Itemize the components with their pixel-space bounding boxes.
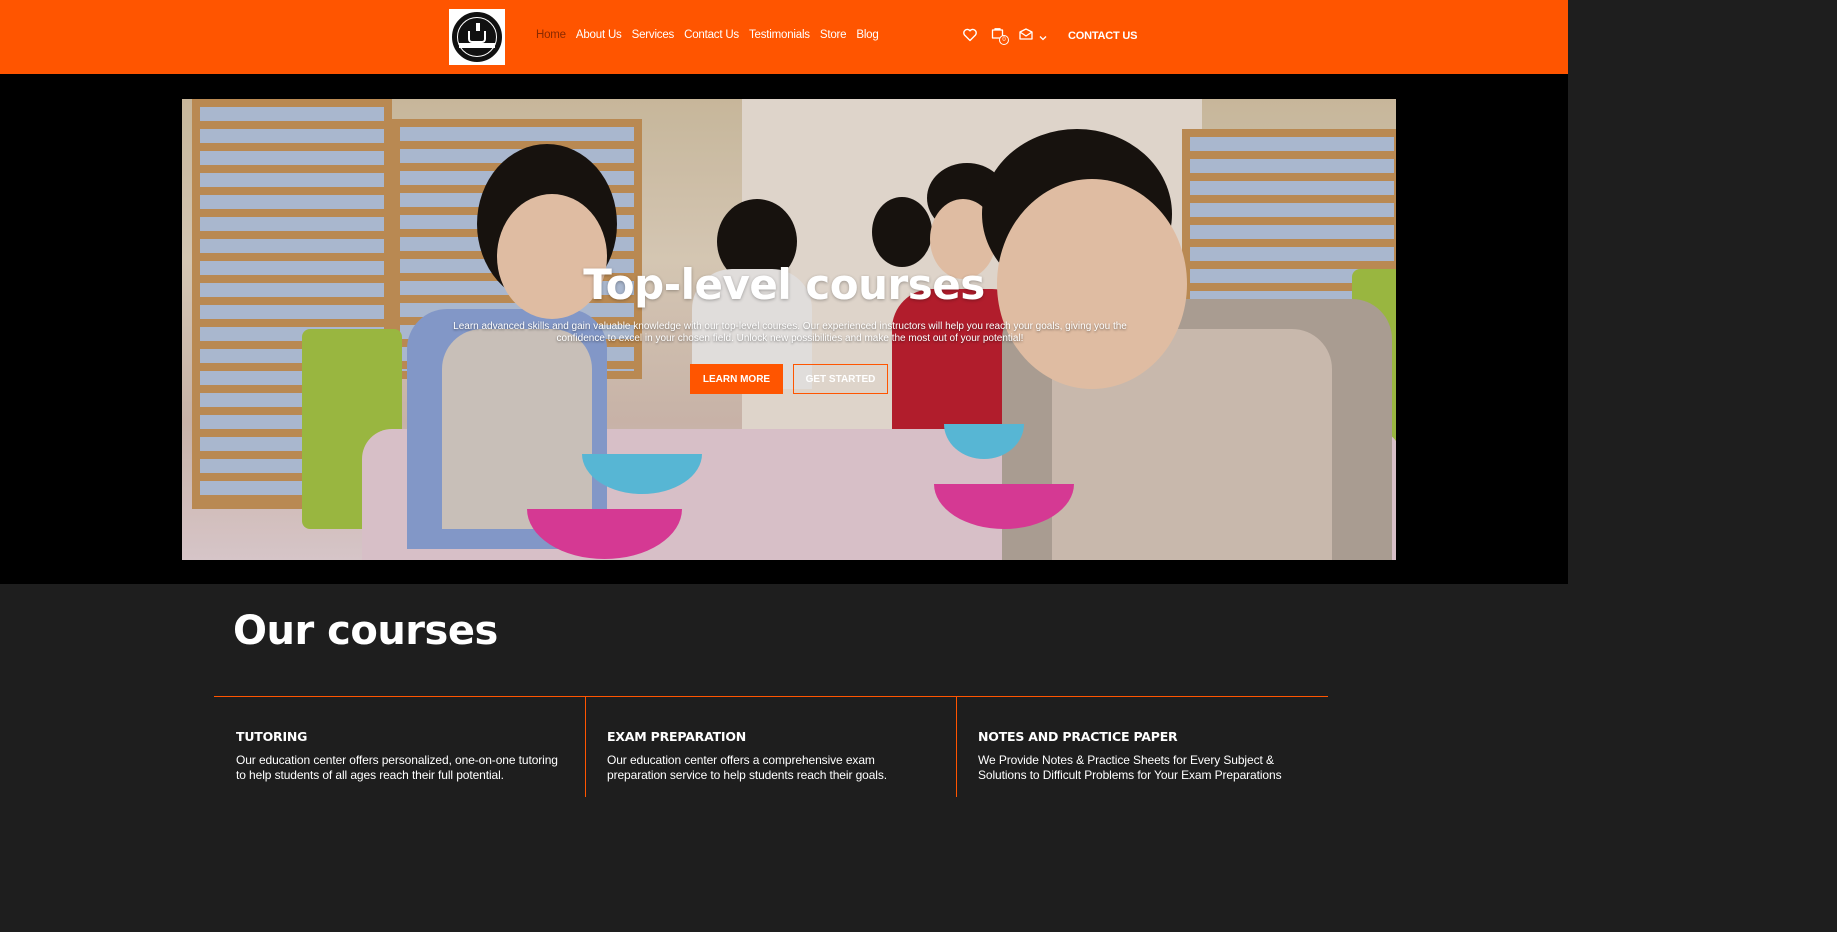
cart-icon[interactable]: 0 [990, 27, 1009, 45]
course-card-tutoring: TUTORING Our education center offers per… [236, 729, 566, 782]
courses-divider [214, 696, 1328, 697]
header-icons: 0 [962, 27, 1048, 45]
site-logo[interactable] [449, 9, 505, 65]
course-card-notes-practice: NOTES AND PRACTICE PAPER We Provide Note… [978, 729, 1308, 782]
main-nav: Home About Us Services Contact Us Testim… [536, 29, 889, 41]
nav-home[interactable]: Home [536, 29, 566, 41]
nav-about-us[interactable]: About Us [576, 29, 622, 41]
column-divider [585, 697, 586, 797]
chevron-down-icon[interactable] [1038, 30, 1048, 41]
nav-blog[interactable]: Blog [856, 29, 878, 41]
course-card-exam-preparation: EXAM PREPARATION Our education center of… [607, 729, 937, 782]
course-description: We Provide Notes & Practice Sheets for E… [978, 753, 1282, 782]
nav-contact-us[interactable]: Contact Us [684, 29, 739, 41]
cart-count-badge: 0 [999, 35, 1009, 45]
heart-icon[interactable] [962, 27, 978, 43]
nav-store[interactable]: Store [820, 29, 847, 41]
course-title[interactable]: EXAM PREPARATION [607, 729, 937, 744]
site-header: Home About Us Services Contact Us Testim… [0, 0, 1568, 74]
header-contact-button[interactable]: CONTACT US [1068, 30, 1137, 42]
course-title[interactable]: NOTES AND PRACTICE PAPER [978, 729, 1308, 744]
column-divider [956, 697, 957, 797]
get-started-button[interactable]: GET STARTED [793, 364, 888, 394]
nav-testimonials[interactable]: Testimonials [749, 29, 810, 41]
course-description: Our education center offers a comprehens… [607, 753, 887, 782]
nav-services[interactable]: Services [632, 29, 675, 41]
mail-icon[interactable] [1018, 27, 1034, 43]
course-title[interactable]: TUTORING [236, 729, 566, 744]
learn-more-button[interactable]: LEARN MORE [690, 364, 783, 394]
hero-title: Top-level courses [583, 260, 985, 309]
courses-heading: Our courses [233, 608, 498, 654]
hero-subtitle: Learn advanced skills and gain valuable … [453, 321, 1127, 344]
book-icon [468, 23, 486, 43]
course-description: Our education center offers personalized… [236, 753, 558, 782]
logo-seal [452, 12, 502, 62]
